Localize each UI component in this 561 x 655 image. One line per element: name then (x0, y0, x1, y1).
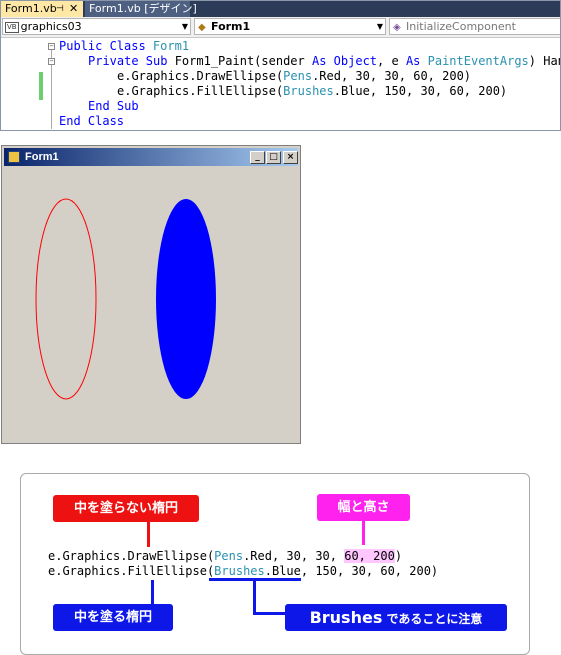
close-tab-icon[interactable]: ✕ (69, 1, 78, 17)
label-brushes-note: Brushes であることに注意 (285, 604, 507, 631)
class-dropdown-value: graphics03 (20, 20, 82, 33)
document-tab-bar: Form1.vb ⊣ ✕ Form1.vb [デザイン] (1, 1, 560, 17)
connector-red (147, 522, 150, 547)
red-outline-ellipse (35, 198, 97, 400)
form-title-bar[interactable]: Form1 _ □ × (4, 148, 298, 166)
event-icon: ◆ (198, 22, 206, 33)
tab-form1-design[interactable]: Form1.vb [デザイン] (85, 1, 197, 17)
tab-label: Form1.vb (5, 2, 57, 15)
method-dropdown-value: InitializeComponent (406, 20, 516, 33)
code-area[interactable]: − − Public Class Form1 Private Sub Form1… (1, 38, 560, 130)
form-app-icon[interactable] (8, 151, 20, 163)
class-dropdown[interactable]: VB graphics03 ▼ (2, 18, 191, 35)
connector-magenta (362, 521, 365, 545)
pin-icon[interactable]: ⊣ (56, 1, 64, 17)
navigation-bar: VB graphics03 ▼ ◆ Form1 ▼ ◈ InitializeCompo… (1, 17, 560, 38)
annot-code-line-2: e.Graphics.FillEllipse(Brushes.Blue, 150… (48, 564, 439, 578)
dropdown-arrow-icon[interactable]: ▼ (377, 19, 383, 34)
code-line-2: Private Sub Form1_Paint(sender As Object… (88, 54, 560, 68)
highlight-width-height: 60, 200 (344, 549, 395, 563)
maximize-button[interactable]: □ (266, 151, 281, 164)
connector-blue-brush-v (253, 580, 256, 614)
code-line-3: e.Graphics.DrawEllipse(Pens.Red, 30, 30,… (117, 69, 472, 83)
label-width-height: 幅と高さ (317, 494, 410, 521)
minimize-button[interactable]: _ (250, 151, 265, 164)
change-marker (39, 72, 43, 100)
form-title: Form1 (25, 151, 59, 163)
dropdown-arrow-icon[interactable]: ▼ (182, 19, 188, 34)
annotation-diagram: 中を塗らない楕円 幅と高さ e.Graphics.DrawEllipse(Pen… (20, 473, 530, 655)
form-client-area (35, 198, 216, 400)
collapse-sub-icon[interactable]: − (48, 58, 55, 65)
form1-window: Form1 _ □ × (1, 145, 301, 444)
annot-code-line-1: e.Graphics.DrawEllipse(Pens.Red, 30, 30,… (48, 549, 403, 563)
object-dropdown[interactable]: ◆ Form1 ▼ (194, 18, 386, 35)
object-dropdown-value: Form1 (211, 20, 251, 33)
close-button[interactable]: × (283, 151, 298, 164)
code-line-6: End Class (59, 114, 125, 128)
vb-file-icon: VB (5, 22, 19, 33)
connector-blue-fill (151, 580, 154, 605)
code-editor-window: Form1.vb ⊣ ✕ Form1.vb [デザイン] VB graphics0… (0, 0, 561, 131)
label-filled-ellipse: 中を塗る楕円 (53, 604, 173, 631)
blue-filled-ellipse (156, 199, 216, 399)
code-line-5: End Sub (88, 99, 139, 113)
code-line-1: Public Class Form1 (59, 39, 190, 53)
collapse-class-icon[interactable]: − (48, 43, 55, 50)
label-unfilled-ellipse: 中を塗らない楕円 (53, 495, 199, 522)
method-dropdown[interactable]: ◈ InitializeComponent (389, 18, 560, 35)
tab-form1-vb[interactable]: Form1.vb ⊣ ✕ (1, 1, 83, 17)
connector-blue-brush-h (253, 612, 287, 615)
code-line-4: e.Graphics.FillEllipse(Brushes.Blue, 150… (117, 84, 508, 98)
method-icon: ◈ (393, 22, 401, 33)
